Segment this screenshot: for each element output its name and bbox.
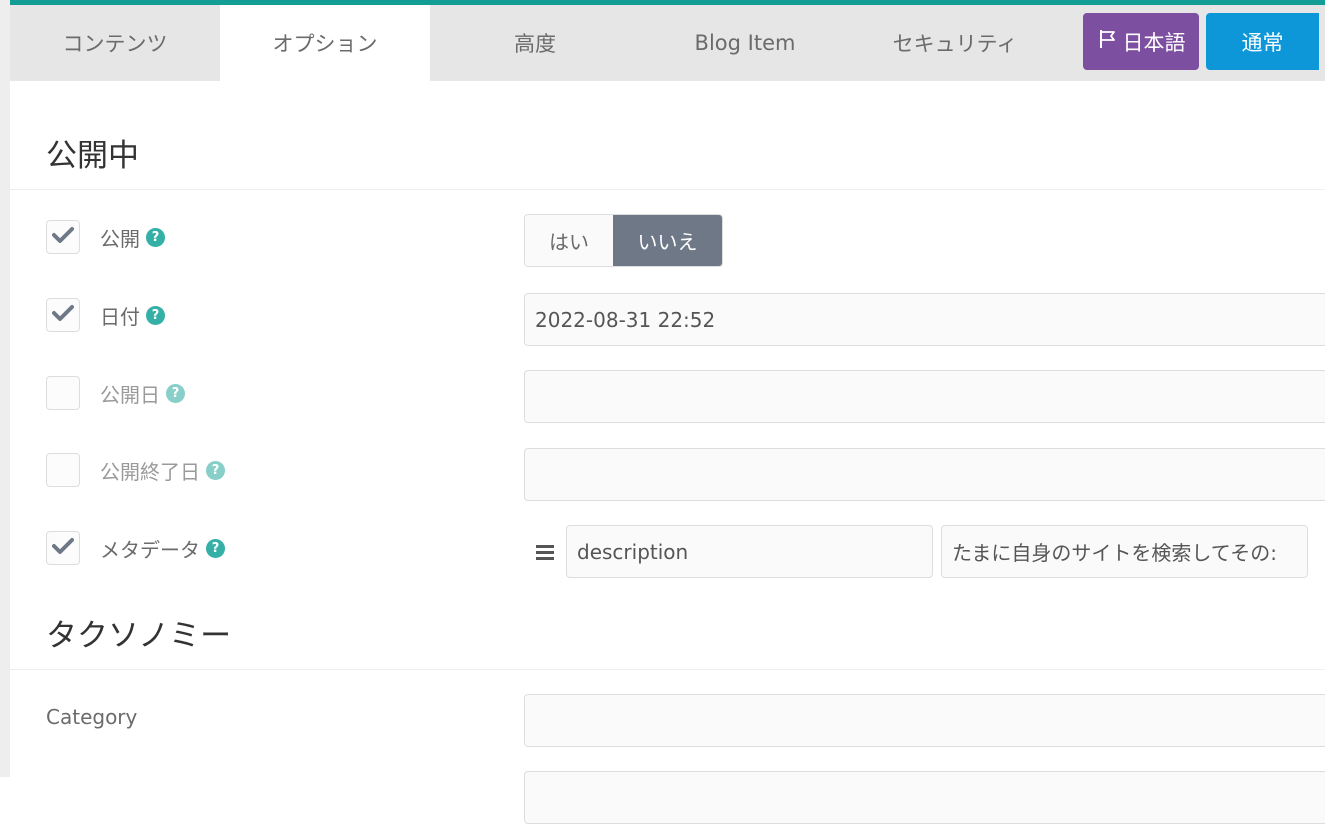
unpublish-date-label: 公開終了日 ? xyxy=(100,453,225,487)
help-icon[interactable]: ? xyxy=(206,460,225,480)
metadata-checkbox[interactable] xyxy=(46,531,80,565)
category-label: Category xyxy=(46,700,137,734)
published-checkbox[interactable] xyxy=(46,220,80,254)
drag-handle-icon[interactable] xyxy=(535,541,555,563)
publish-date-label-text: 公開日 xyxy=(100,382,160,407)
unpublish-date-input[interactable] xyxy=(524,448,1325,501)
publish-date-input[interactable] xyxy=(524,370,1325,423)
section-title-taxonomy: タクソノミー xyxy=(46,618,232,654)
section-title-publishing: 公開中 xyxy=(46,138,139,174)
unpublish-date-checkbox[interactable] xyxy=(46,453,80,487)
help-icon[interactable]: ? xyxy=(166,383,185,403)
metadata-label: メタデータ ? xyxy=(100,531,225,565)
toggle-no[interactable]: いいえ xyxy=(613,215,722,266)
date-label-text: 日付 xyxy=(100,304,140,329)
language-label: 日本語 xyxy=(1122,30,1186,55)
tab-security[interactable]: セキュリティ xyxy=(850,5,1060,81)
next-field-input[interactable] xyxy=(524,771,1325,824)
flag-icon xyxy=(1097,28,1119,55)
divider xyxy=(10,189,1325,190)
left-edge xyxy=(0,0,10,777)
metadata-value-input[interactable]: たまに自身のサイトを検索してその: xyxy=(941,525,1308,578)
published-toggle: はい いいえ xyxy=(524,214,723,267)
check-icon xyxy=(52,226,74,248)
check-icon xyxy=(52,304,74,326)
publish-date-label: 公開日 ? xyxy=(100,376,185,410)
publish-date-checkbox[interactable] xyxy=(46,376,80,410)
tab-advanced[interactable]: 高度 xyxy=(430,5,640,81)
category-input[interactable] xyxy=(524,694,1325,747)
language-button[interactable]: 日本語 xyxy=(1083,13,1199,70)
help-icon[interactable]: ? xyxy=(206,538,225,558)
mode-button[interactable]: 通常 xyxy=(1206,13,1319,70)
divider xyxy=(10,669,1325,670)
tab-blog-item[interactable]: Blog Item xyxy=(640,5,850,81)
date-input[interactable]: 2022-08-31 22:52 xyxy=(524,293,1325,346)
tab-content[interactable]: コンテンツ xyxy=(10,5,220,81)
published-label-text: 公開 xyxy=(100,226,140,251)
published-label: 公開 ? xyxy=(100,220,165,254)
metadata-key-input[interactable]: description xyxy=(566,525,933,578)
help-icon[interactable]: ? xyxy=(146,305,165,325)
category-label-text: Category xyxy=(46,705,138,729)
tab-options[interactable]: オプション xyxy=(220,5,430,81)
metadata-label-text: メタデータ xyxy=(100,537,200,562)
unpublish-date-label-text: 公開終了日 xyxy=(100,459,200,484)
date-checkbox[interactable] xyxy=(46,298,80,332)
toggle-yes[interactable]: はい xyxy=(525,215,613,266)
help-icon[interactable]: ? xyxy=(146,227,165,247)
check-icon xyxy=(52,537,74,559)
date-label: 日付 ? xyxy=(100,298,165,332)
